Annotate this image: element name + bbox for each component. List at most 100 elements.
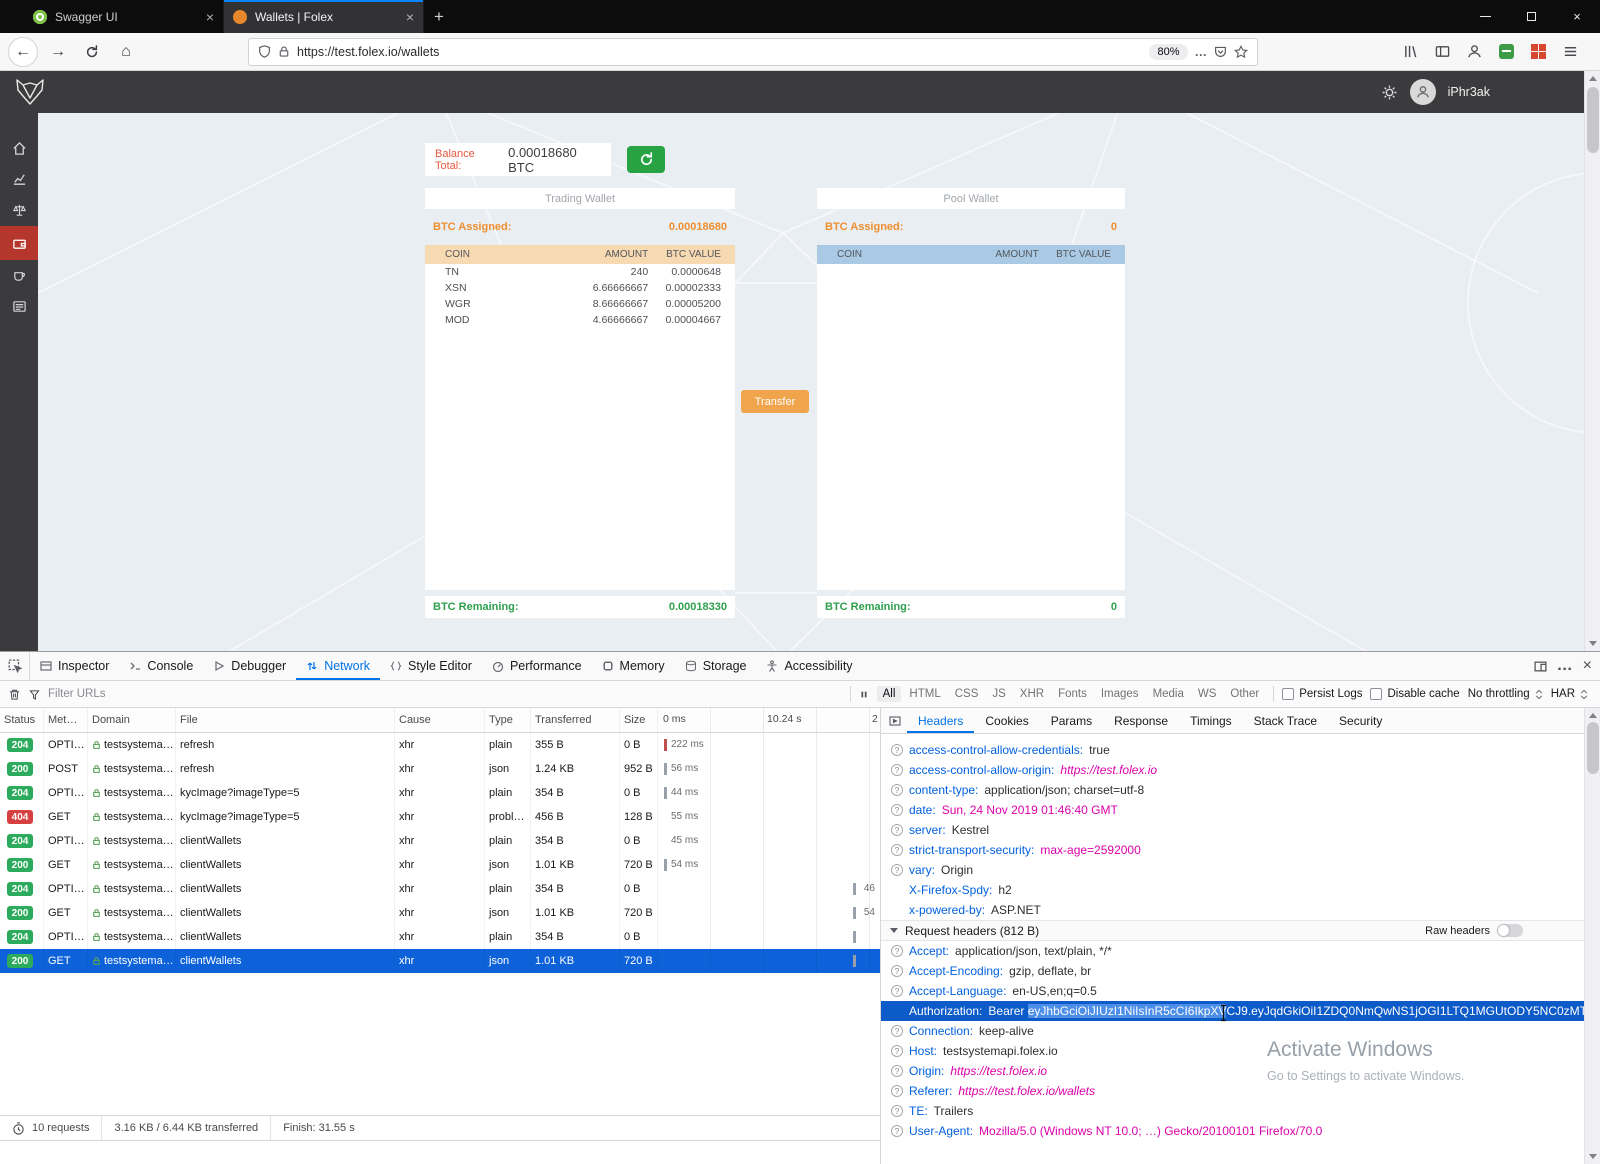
shield-icon[interactable]: [258, 45, 271, 58]
authorization-header-row[interactable]: ? Authorization: Bearer eyJhbGciOiJIUzI1…: [881, 1001, 1584, 1021]
menu-hamburger-icon[interactable]: [1563, 44, 1578, 59]
url-text[interactable]: https://test.folex.io/wallets: [297, 45, 439, 59]
devtools-close-icon[interactable]: ×: [1583, 657, 1592, 675]
sidebar-item-news[interactable]: [0, 291, 38, 322]
network-request-row[interactable]: 200 GET testsystema… clientWallets xhr j…: [0, 853, 880, 877]
response-header-row[interactable]: ? access-control-allow-credentials: true: [881, 740, 1584, 760]
stopwatch-icon[interactable]: [12, 1121, 25, 1135]
column-waterfall[interactable]: 0 ms 10.24 s 2: [658, 708, 880, 732]
help-icon[interactable]: ?: [891, 1085, 903, 1097]
devtools-tab-debugger[interactable]: Debugger: [203, 652, 296, 680]
window-restore-button[interactable]: [1508, 0, 1554, 33]
red-extension-icon[interactable]: [1531, 44, 1546, 59]
network-request-row[interactable]: 204 OPTI… testsystema… clientWallets xhr…: [0, 829, 880, 853]
help-icon[interactable]: ?: [891, 1065, 903, 1077]
help-icon[interactable]: ?: [891, 864, 903, 876]
green-extension-icon[interactable]: [1499, 44, 1514, 59]
folex-logo[interactable]: [14, 77, 46, 107]
details-tab[interactable]: Security: [1328, 708, 1393, 733]
help-icon[interactable]: ?: [891, 804, 903, 816]
transfer-button[interactable]: Transfer: [741, 390, 809, 413]
request-header-row[interactable]: ? Host: testsystemapi.folex.io: [881, 1041, 1584, 1061]
page-actions-icon[interactable]: …: [1195, 45, 1208, 59]
collapse-triangle-icon[interactable]: [890, 928, 898, 933]
type-filter-button[interactable]: Images: [1095, 686, 1145, 702]
network-request-row[interactable]: 404 GET testsystema… kycImage?imageType=…: [0, 805, 880, 829]
type-filter-button[interactable]: Fonts: [1052, 686, 1093, 702]
devtools-tab-storage[interactable]: Storage: [675, 652, 757, 680]
request-header-row[interactable]: ? Referer: https://test.folex.io/wallets: [881, 1081, 1584, 1101]
coin-row[interactable]: WGR 8.66666667 0.00005200: [425, 296, 735, 312]
details-tab[interactable]: Params: [1040, 708, 1103, 733]
request-header-row[interactable]: ? Accept-Language: en-US,en;q=0.5: [881, 981, 1584, 1001]
devtools-tab-network[interactable]: Network: [296, 652, 380, 680]
back-button[interactable]: ←: [8, 36, 38, 67]
type-filter-button[interactable]: HTML: [903, 686, 946, 702]
devtools-tab-console[interactable]: Console: [119, 652, 203, 680]
throttling-select[interactable]: No throttling: [1468, 688, 1543, 700]
help-icon[interactable]: ?: [891, 1025, 903, 1037]
pause-recording-icon[interactable]: [859, 689, 869, 700]
sidebar-item-mining[interactable]: [0, 260, 38, 291]
url-bar[interactable]: https://test.folex.io/wallets 80% …: [248, 37, 1258, 66]
network-request-row[interactable]: 204 OPTI… testsystema… clientWallets xhr…: [0, 925, 880, 949]
window-close-button[interactable]: ×: [1554, 0, 1600, 33]
devtools-tab-accessibility[interactable]: Accessibility: [756, 652, 862, 680]
column-size[interactable]: Size: [620, 708, 658, 732]
devtools-tab-performance[interactable]: Performance: [482, 652, 592, 680]
username[interactable]: iPhr3ak: [1448, 85, 1490, 99]
clear-requests-icon[interactable]: [8, 688, 21, 701]
sidebar-item-charts[interactable]: [0, 164, 38, 195]
help-icon[interactable]: ?: [891, 764, 903, 776]
persist-logs-option[interactable]: Persist Logs: [1282, 688, 1362, 700]
type-filter-button[interactable]: JS: [986, 686, 1011, 702]
request-header-row[interactable]: ? TE: Trailers: [881, 1101, 1584, 1121]
help-icon[interactable]: ?: [891, 784, 903, 796]
tab-close-icon[interactable]: ×: [206, 10, 214, 24]
sidebar-item-exchange[interactable]: [0, 195, 38, 226]
refresh-balance-button[interactable]: [627, 146, 665, 173]
har-menu[interactable]: HAR: [1551, 688, 1592, 700]
reload-button[interactable]: [78, 38, 106, 66]
help-icon[interactable]: ?: [891, 965, 903, 977]
details-scrollbar[interactable]: [1584, 708, 1600, 1164]
help-icon[interactable]: ?: [891, 1105, 903, 1117]
column-domain[interactable]: Domain: [88, 708, 176, 732]
response-header-row[interactable]: ? date: Sun, 24 Nov 2019 01:46:40 GMT: [881, 800, 1584, 820]
lock-icon[interactable]: [278, 45, 290, 58]
help-icon[interactable]: ?: [891, 1045, 903, 1057]
sidebar-item-wallets[interactable]: [0, 226, 38, 260]
type-filter-button[interactable]: CSS: [949, 686, 985, 702]
details-tab[interactable]: Headers: [907, 708, 974, 733]
request-header-row[interactable]: ? Origin: https://test.folex.io: [881, 1061, 1584, 1081]
details-tab[interactable]: Cookies: [974, 708, 1039, 733]
help-icon[interactable]: ?: [891, 1125, 903, 1137]
responsive-design-icon[interactable]: [1534, 660, 1547, 673]
column-type[interactable]: Type: [485, 708, 531, 732]
request-headers-section[interactable]: Request headers (812 B) Raw headers: [881, 920, 1584, 941]
response-header-row[interactable]: ? strict-transport-security: max-age=259…: [881, 840, 1584, 860]
devtools-tab-inspector[interactable]: Inspector: [30, 652, 119, 680]
disable-cache-checkbox[interactable]: [1370, 688, 1383, 700]
column-file[interactable]: File: [176, 708, 395, 732]
help-icon[interactable]: ?: [891, 985, 903, 997]
details-tab[interactable]: Timings: [1179, 708, 1243, 733]
column-cause[interactable]: Cause: [395, 708, 485, 732]
disable-cache-option[interactable]: Disable cache: [1370, 688, 1460, 700]
bookmark-star-icon[interactable]: [1234, 44, 1248, 59]
request-header-row[interactable]: ? User-Agent: Mozilla/5.0 (Windows NT 10…: [881, 1121, 1584, 1141]
type-filter-button[interactable]: Media: [1147, 686, 1190, 702]
response-header-row[interactable]: ? x-powered-by: ASP.NET: [881, 900, 1584, 920]
pocket-icon[interactable]: [1214, 45, 1227, 58]
home-button[interactable]: ⌂: [112, 38, 140, 66]
page-scrollbar[interactable]: [1584, 71, 1600, 651]
devtools-tab-memory[interactable]: Memory: [592, 652, 675, 680]
network-request-row[interactable]: 204 OPTI… testsystema… refresh xhr plain…: [0, 733, 880, 757]
request-header-row[interactable]: ? Accept: application/json, text/plain, …: [881, 941, 1584, 961]
coin-row[interactable]: TN 240 0.0000648: [425, 264, 735, 280]
network-request-row[interactable]: 204 OPTI… testsystema… clientWallets xhr…: [0, 877, 880, 901]
help-icon[interactable]: ?: [891, 945, 903, 957]
filter-urls-input[interactable]: [48, 688, 168, 700]
column-transferred[interactable]: Transferred: [531, 708, 620, 732]
zoom-indicator[interactable]: 80%: [1149, 43, 1188, 60]
